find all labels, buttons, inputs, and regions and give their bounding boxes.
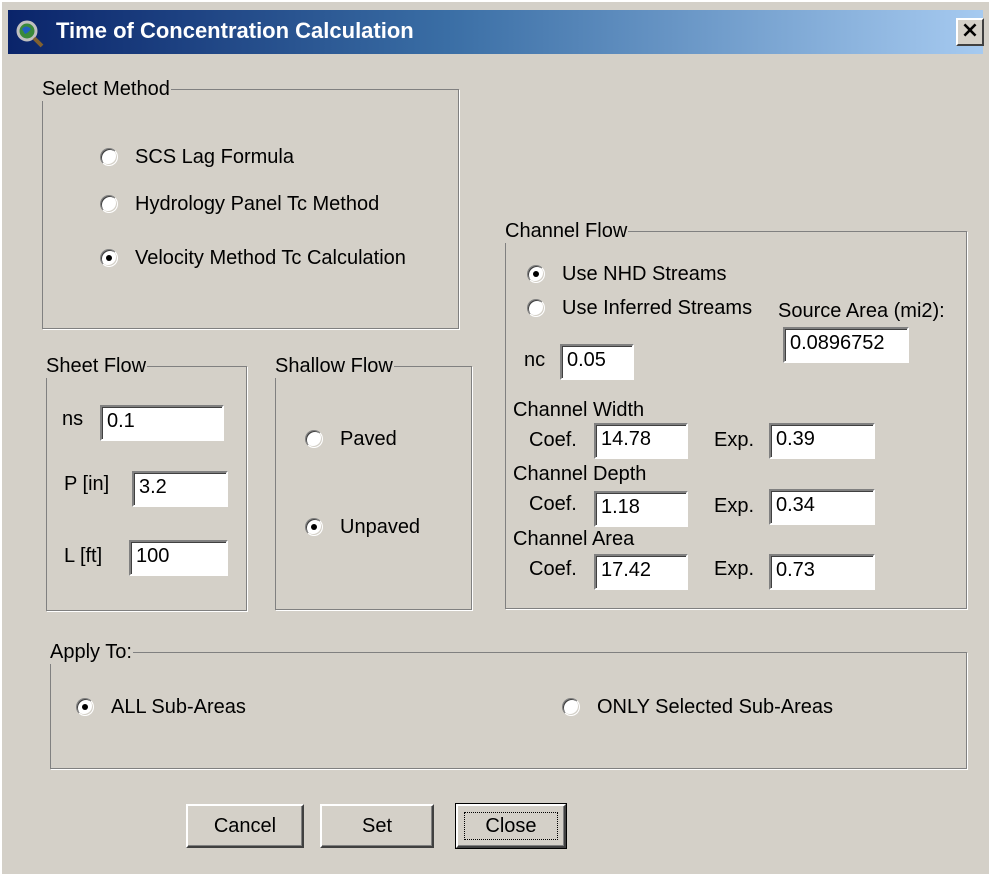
width-exp-label: Exp.	[714, 429, 755, 451]
radio-inferred-streams[interactable]	[527, 299, 545, 317]
cancel-button[interactable]: Cancel	[186, 804, 304, 848]
radio-nhd-streams-label[interactable]: Use NHD Streams	[562, 262, 726, 286]
radio-hydrology-panel-label[interactable]: Hydrology Panel Tc Method	[135, 192, 379, 216]
radio-all-sub-areas-label[interactable]: ALL Sub-Areas	[111, 695, 246, 719]
depth-coef-label: Coef.	[529, 493, 577, 515]
radio-nhd-streams[interactable]	[527, 265, 545, 283]
ns-input[interactable]: 0.1	[100, 405, 224, 441]
radio-selected-dot	[311, 524, 317, 530]
area-exp-label: Exp.	[714, 558, 755, 580]
source-area-label: Source Area (mi2):	[778, 300, 945, 322]
radio-velocity-method-label[interactable]: Velocity Method Tc Calculation	[135, 246, 406, 270]
magnifier-globe-icon	[16, 20, 44, 48]
channel-depth-label: Channel Depth	[513, 463, 647, 485]
width-coef-input[interactable]: 14.78	[594, 423, 688, 459]
area-coef-input[interactable]: 17.42	[594, 554, 688, 590]
nc-input[interactable]: 0.05	[560, 344, 634, 380]
radio-selected-dot	[82, 704, 88, 710]
close-window-button[interactable]: ×	[956, 18, 984, 46]
set-button[interactable]: Set	[320, 804, 434, 848]
radio-unpaved-label[interactable]: Unpaved	[340, 515, 420, 539]
channel-width-label: Channel Width	[513, 399, 645, 421]
radio-selected-dot	[533, 271, 539, 277]
ns-label: ns	[62, 408, 84, 430]
radio-velocity-method[interactable]	[100, 249, 118, 267]
source-area-input[interactable]: 0.0896752	[783, 327, 909, 363]
depth-exp-input[interactable]: 0.34	[769, 489, 875, 525]
nc-label: nc	[524, 349, 546, 371]
apply-to-legend: Apply To:	[49, 640, 133, 664]
channel-area-label: Channel Area	[513, 528, 635, 550]
depth-coef-input[interactable]: 1.18	[594, 491, 688, 527]
close-x-icon: ×	[960, 18, 980, 43]
title-bar[interactable]: Time of Concentration Calculation	[8, 10, 983, 54]
width-coef-label: Coef.	[529, 429, 577, 451]
width-exp-input[interactable]: 0.39	[769, 423, 875, 459]
sheet-flow-legend: Sheet Flow	[45, 354, 148, 378]
l-label: L [ft]	[64, 545, 103, 567]
radio-scs-lag-label[interactable]: SCS Lag Formula	[135, 145, 294, 169]
p-input[interactable]: 3.2	[132, 471, 228, 507]
radio-scs-lag[interactable]	[100, 148, 118, 166]
window-title: Time of Concentration Calculation	[56, 18, 414, 43]
dialog-window: Time of Concentration Calculation × Sele…	[0, 0, 989, 874]
close-button[interactable]: Close	[455, 803, 567, 849]
radio-inferred-streams-label[interactable]: Use Inferred Streams	[562, 296, 752, 320]
radio-all-sub-areas[interactable]	[76, 698, 94, 716]
area-coef-label: Coef.	[529, 558, 577, 580]
area-exp-input[interactable]: 0.73	[769, 554, 875, 590]
select-method-legend: Select Method	[41, 77, 171, 101]
l-input[interactable]: 100	[129, 540, 228, 576]
radio-paved-label[interactable]: Paved	[340, 427, 397, 451]
channel-flow-legend: Channel Flow	[504, 219, 629, 243]
p-label: P [in]	[64, 473, 110, 495]
close-button-label: Close	[485, 815, 537, 837]
radio-unpaved[interactable]	[305, 518, 323, 536]
radio-only-selected-sub-areas-label[interactable]: ONLY Selected Sub-Areas	[597, 695, 833, 719]
radio-selected-dot	[106, 255, 112, 261]
radio-paved[interactable]	[305, 430, 323, 448]
radio-only-selected-sub-areas[interactable]	[562, 698, 580, 716]
radio-hydrology-panel[interactable]	[100, 195, 118, 213]
shallow-flow-group: Shallow Flow	[274, 354, 472, 610]
shallow-flow-legend: Shallow Flow	[274, 354, 394, 378]
depth-exp-label: Exp.	[714, 495, 755, 517]
